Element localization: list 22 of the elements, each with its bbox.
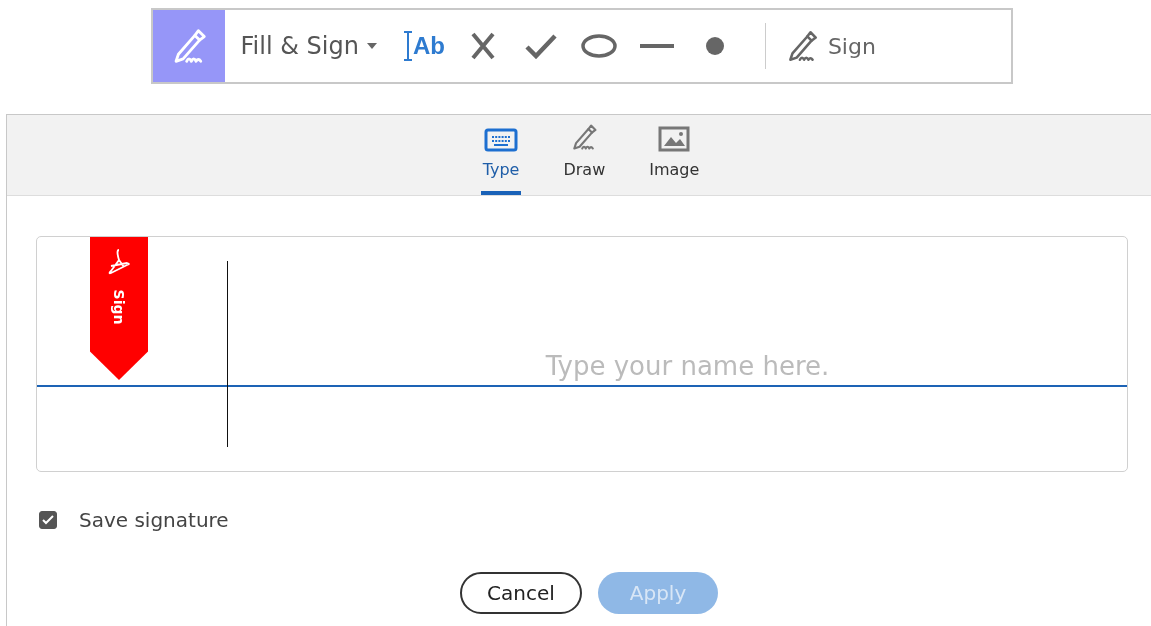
fill-sign-mode-button[interactable] [152,10,225,82]
line-icon [638,43,675,49]
keyboard-icon [484,128,519,152]
tab[interactable]: Image [647,115,702,195]
checkmark-icon [524,33,557,59]
flag-label: Sign [111,289,127,325]
image-icon [658,126,691,152]
save-signature-checkbox[interactable] [39,511,57,529]
cancel-button[interactable]: Cancel [460,572,582,614]
caret-icon [366,43,377,49]
text-tool-button[interactable]: Ab [402,22,445,70]
save-signature-label: Save signature [79,508,229,532]
tab[interactable]: Type [480,115,522,195]
cross-icon [469,32,496,60]
ellipse-icon [579,33,618,59]
name-input-field[interactable]: Type your name here. [248,347,1127,385]
dot-icon [704,36,725,56]
sign-button[interactable]: Sign [783,28,876,64]
tab[interactable]: Draw [561,115,608,195]
text-tool-label: Ab [412,32,445,60]
mode-dropdown[interactable]: Fill & Sign [240,32,377,60]
text-cursor-icon [402,31,413,61]
